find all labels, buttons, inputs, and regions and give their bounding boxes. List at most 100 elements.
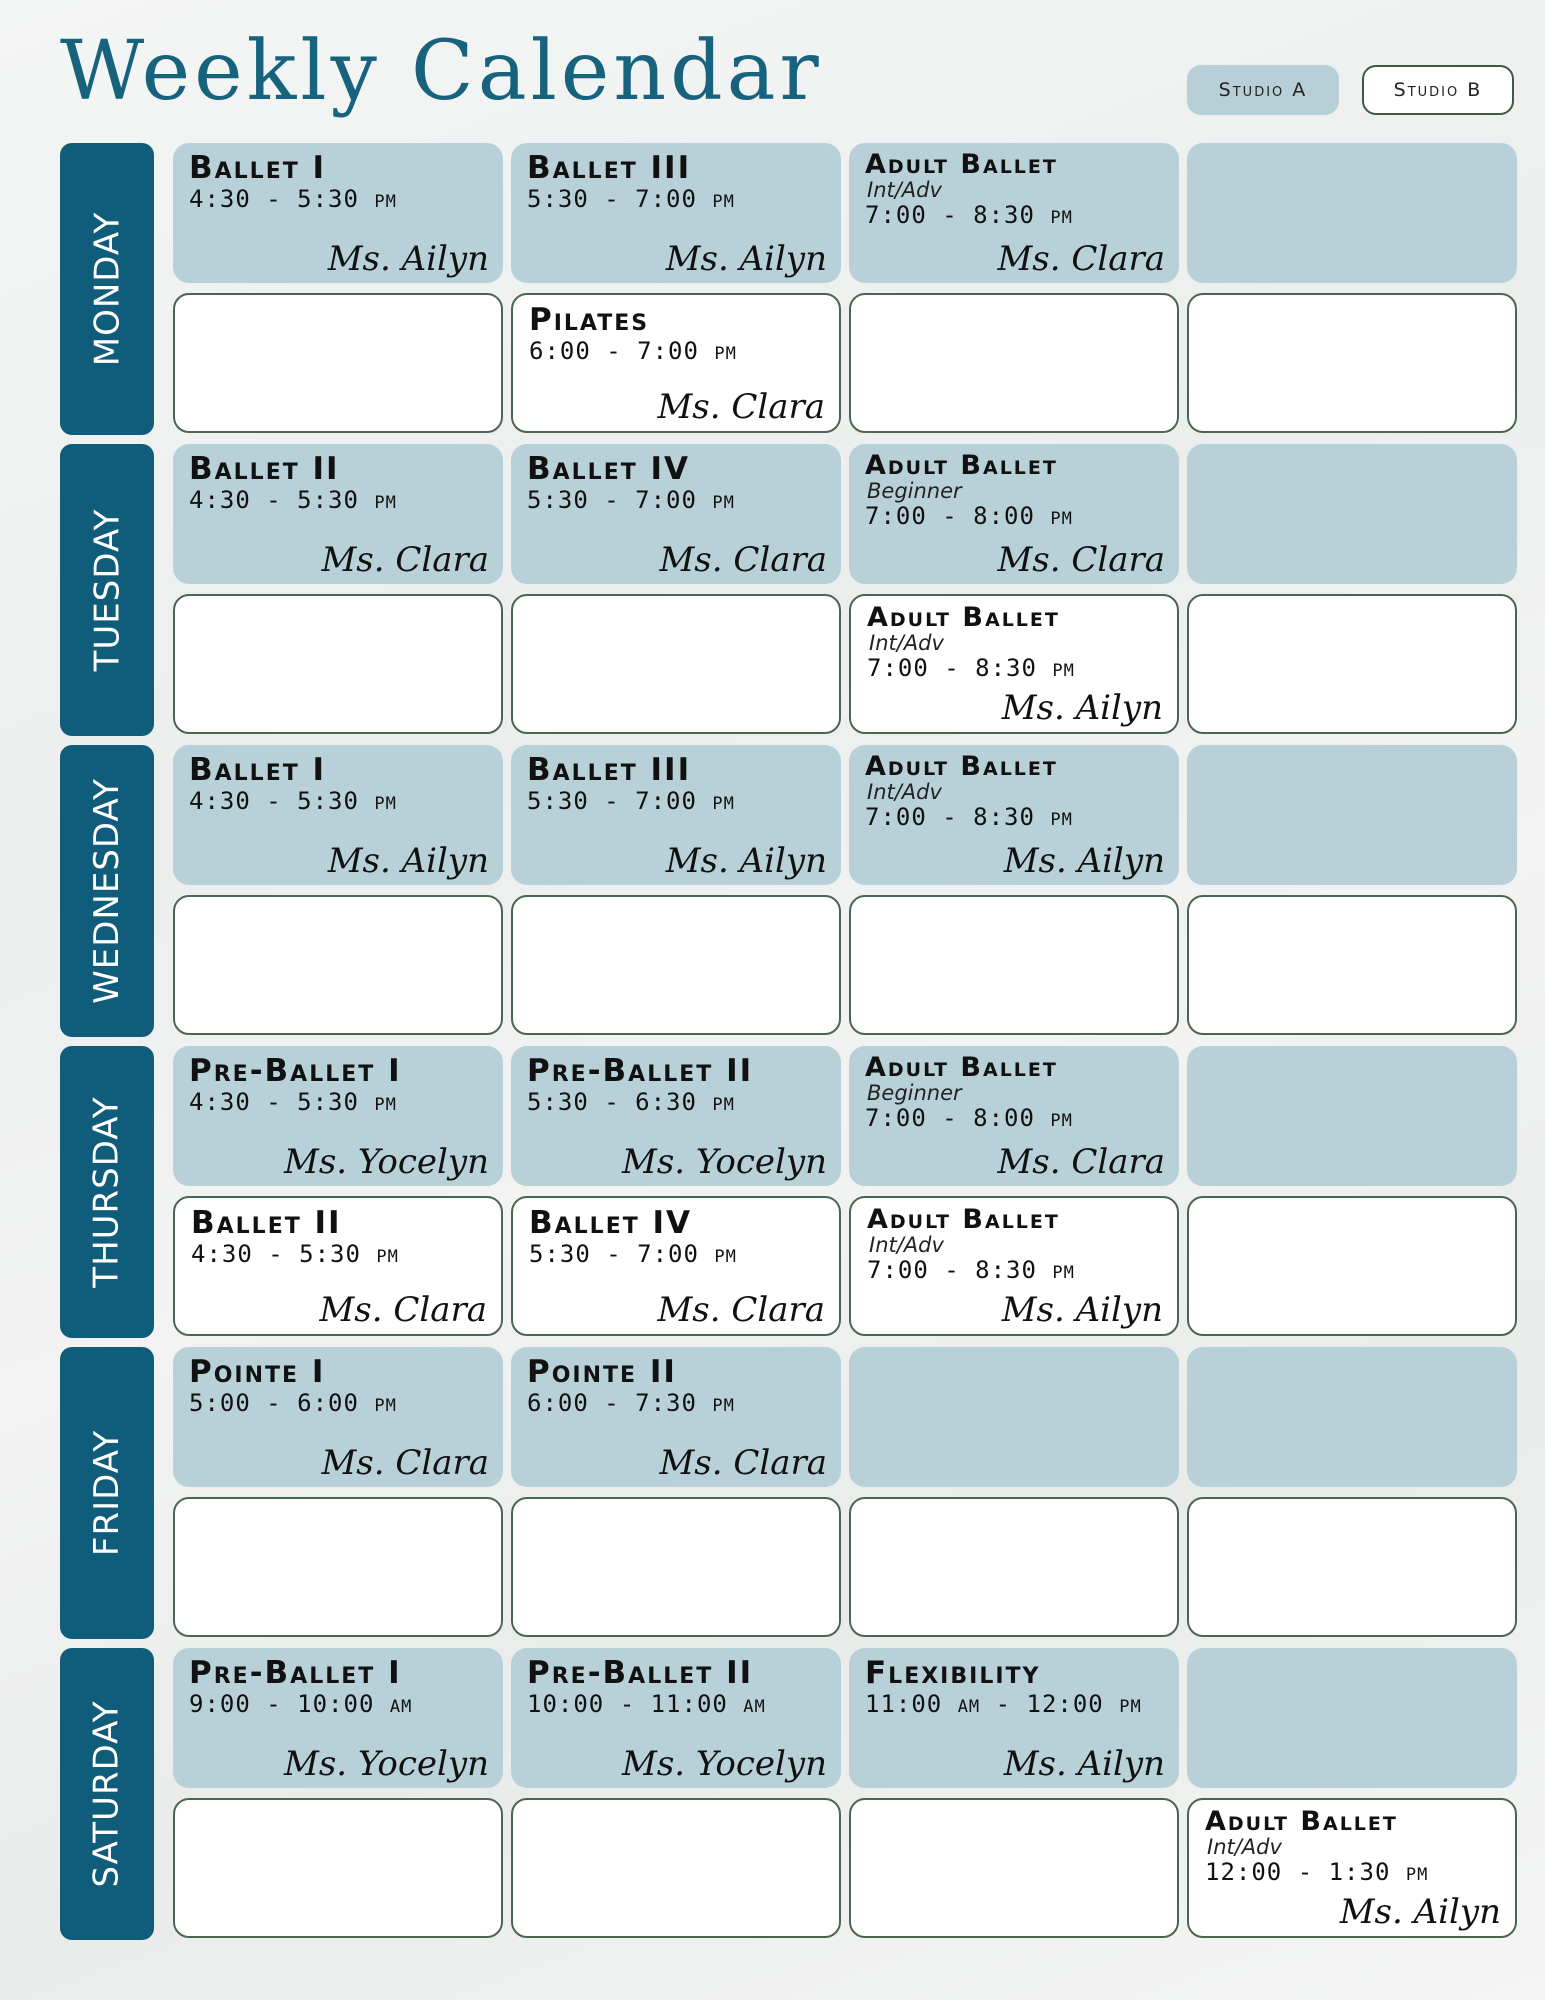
- day-label-text: WEDNESDAY: [87, 778, 127, 1004]
- day-label-text: THURSDAY: [87, 1096, 127, 1288]
- class-time: 4:30 - 5:30 pm: [189, 486, 397, 514]
- empty-slot: [173, 594, 503, 734]
- class-time: 10:00 - 11:00 am: [527, 1690, 766, 1718]
- class-name: Pointe I: [189, 1354, 326, 1390]
- empty-slot: [511, 594, 841, 734]
- class-time: 7:00 - 8:00 pm: [865, 502, 1073, 530]
- class-name: Pointe II: [527, 1354, 677, 1390]
- class-time: 5:30 - 6:30 pm: [527, 1088, 735, 1116]
- class-time: 6:00 - 7:30 pm: [527, 1389, 735, 1417]
- class-teacher: Ms. Ailyn: [1003, 1744, 1165, 1784]
- empty-slot: [173, 293, 503, 433]
- class-cell: Flexibility 11:00 am - 12:00 pm Ms. Ailyn: [849, 1648, 1179, 1788]
- empty-slot: [1187, 1347, 1517, 1487]
- class-teacher: Ms. Clara: [657, 387, 825, 427]
- empty-slot: [1187, 293, 1517, 433]
- day-label-wednesday: WEDNESDAY: [60, 745, 154, 1037]
- class-cell: Ballet III 5:30 - 7:00 pm Ms. Ailyn: [511, 745, 841, 885]
- class-cell: Pre-Ballet II 10:00 - 11:00 am Ms. Yocelyn: [511, 1648, 841, 1788]
- class-cell: Ballet II 4:30 - 5:30 pm Ms. Clara: [173, 1196, 503, 1336]
- class-name: Pre-Ballet I: [189, 1053, 402, 1089]
- day-label-monday: MONDAY: [60, 143, 154, 435]
- day-label-text: MONDAY: [87, 211, 128, 367]
- class-name: Ballet II: [189, 451, 340, 487]
- class-teacher: Ms. Ailyn: [1001, 688, 1163, 728]
- day-label-text: FRIDAY: [87, 1429, 127, 1557]
- class-time: 7:00 - 8:30 pm: [865, 201, 1073, 229]
- class-level: Int/Adv: [869, 631, 944, 655]
- class-teacher: Ms. Ailyn: [665, 841, 827, 881]
- class-teacher: Ms. Clara: [659, 540, 827, 580]
- class-time: 5:30 - 7:00 pm: [529, 1240, 737, 1268]
- class-level: Beginner: [867, 1081, 962, 1105]
- empty-slot: [511, 1798, 841, 1938]
- class-time: 5:30 - 7:00 pm: [527, 185, 735, 213]
- class-cell: Ballet IV 5:30 - 7:00 pm Ms. Clara: [511, 444, 841, 584]
- class-cell: Pre-Ballet I 4:30 - 5:30 pm Ms. Yocelyn: [173, 1046, 503, 1186]
- empty-slot: [511, 1497, 841, 1637]
- class-time: 7:00 - 8:00 pm: [865, 1104, 1073, 1132]
- class-teacher: Ms. Clara: [997, 239, 1165, 279]
- class-name: Flexibility: [865, 1655, 1041, 1691]
- class-name: Pre-Ballet II: [527, 1655, 754, 1691]
- empty-slot: [849, 293, 1179, 433]
- class-teacher: Ms. Clara: [319, 1290, 487, 1330]
- empty-slot: [173, 1798, 503, 1938]
- class-name: Adult Ballet: [865, 450, 1058, 481]
- day-label-tuesday: TUESDAY: [60, 444, 154, 736]
- class-name: Adult Ballet: [1205, 1806, 1398, 1837]
- class-time: 5:30 - 7:00 pm: [527, 787, 735, 815]
- empty-slot: [173, 895, 503, 1035]
- class-teacher: Ms. Clara: [659, 1443, 827, 1483]
- day-label-text: TUESDAY: [87, 508, 128, 672]
- day-label-friday: FRIDAY: [60, 1347, 154, 1639]
- class-time: 4:30 - 5:30 pm: [189, 185, 397, 213]
- empty-slot: [1187, 745, 1517, 885]
- class-teacher: Ms. Ailyn: [665, 239, 827, 279]
- empty-slot: [1187, 1196, 1517, 1336]
- empty-slot: [849, 1798, 1179, 1938]
- class-name: Adult Ballet: [865, 751, 1058, 782]
- empty-slot: [1187, 1046, 1517, 1186]
- empty-slot: [849, 895, 1179, 1035]
- class-cell: Adult Ballet Int/Adv 7:00 - 8:30 pm Ms. Ail…: [849, 1196, 1179, 1336]
- empty-slot: [511, 895, 841, 1035]
- class-name: Ballet II: [191, 1205, 342, 1241]
- empty-slot: [1187, 1648, 1517, 1788]
- class-cell: Adult Ballet Int/Adv 7:00 - 8:30 pm Ms. Ail…: [849, 745, 1179, 885]
- class-teacher: Ms. Clara: [997, 1142, 1165, 1182]
- empty-slot: [173, 1497, 503, 1637]
- page-title: Weekly Calendar: [60, 24, 823, 119]
- class-teacher: Ms. Ailyn: [1001, 1290, 1163, 1330]
- class-cell: Ballet I 4:30 - 5:30 pm Ms. Ailyn: [173, 745, 503, 885]
- class-cell: Ballet II 4:30 - 5:30 pm Ms. Clara: [173, 444, 503, 584]
- class-teacher: Ms. Clara: [657, 1290, 825, 1330]
- class-name: Adult Ballet: [865, 149, 1058, 180]
- class-teacher: Ms. Clara: [997, 540, 1165, 580]
- empty-slot: [1187, 594, 1517, 734]
- class-level: Int/Adv: [867, 780, 942, 804]
- class-cell: Adult Ballet Int/Adv 7:00 - 8:30 pm Ms. Ail…: [849, 594, 1179, 734]
- class-cell: Ballet III 5:30 - 7:00 pm Ms. Ailyn: [511, 143, 841, 283]
- day-label-text: SATURDAY: [87, 1700, 127, 1888]
- class-teacher: Ms. Yocelyn: [622, 1142, 827, 1182]
- class-name: Ballet IV: [529, 1205, 693, 1241]
- class-time: 5:00 - 6:00 pm: [189, 1389, 397, 1417]
- class-teacher: Ms. Clara: [321, 1443, 489, 1483]
- class-name: Adult Ballet: [867, 602, 1060, 633]
- class-time: 4:30 - 5:30 pm: [189, 787, 397, 815]
- class-name: Adult Ballet: [867, 1204, 1060, 1235]
- class-cell: Pre-Ballet II 5:30 - 6:30 pm Ms. Yocelyn: [511, 1046, 841, 1186]
- empty-slot: [1187, 895, 1517, 1035]
- class-name: Pre-Ballet I: [189, 1655, 402, 1691]
- class-name: Ballet III: [527, 150, 692, 186]
- class-time: 4:30 - 5:30 pm: [189, 1088, 397, 1116]
- class-name: Adult Ballet: [865, 1052, 1058, 1083]
- class-time: 9:00 - 10:00 am: [189, 1690, 413, 1718]
- class-teacher: Ms. Yocelyn: [284, 1142, 489, 1182]
- class-name: Ballet I: [189, 150, 327, 186]
- legend-studio-a: Studio A: [1187, 65, 1339, 115]
- class-time: 4:30 - 5:30 pm: [191, 1240, 399, 1268]
- empty-slot: [1187, 444, 1517, 584]
- class-time: 11:00 am - 12:00 pm: [865, 1690, 1142, 1718]
